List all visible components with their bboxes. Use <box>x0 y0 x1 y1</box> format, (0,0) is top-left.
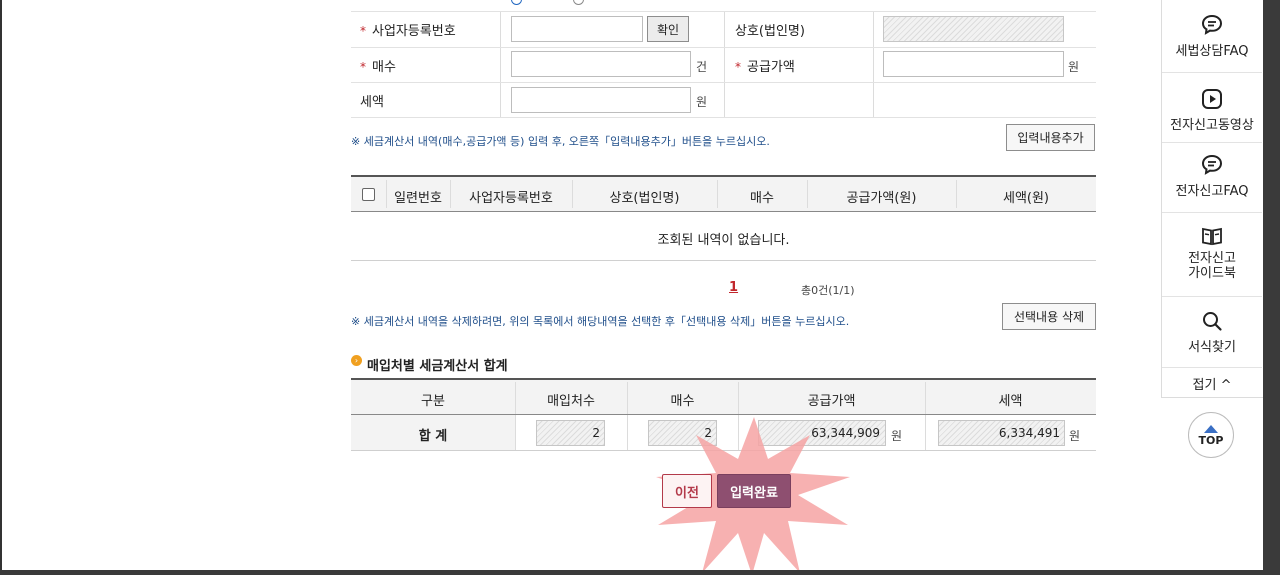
scroll-top-button[interactable]: TOP <box>1188 412 1234 458</box>
book-icon <box>1202 227 1222 246</box>
count-input[interactable] <box>511 51 691 77</box>
tax-input[interactable] <box>511 87 691 113</box>
prev-button[interactable]: 이전 <box>662 474 712 508</box>
summary-row-label: 합 계 <box>418 429 448 444</box>
supply-total-unit: 원 <box>891 429 903 443</box>
radio-partial[interactable] <box>511 0 522 5</box>
summary-title: 매입처별 세금계산서 합계 <box>367 359 508 374</box>
pagination-total: 총0건(1/1) <box>801 284 855 297</box>
scroll-top-label: TOP <box>1198 434 1224 447</box>
company-label: 상호(법인명) <box>735 24 805 39</box>
window-left-edge <box>0 0 2 575</box>
sidebar-item-label: 전자신고동영상 <box>1170 118 1254 133</box>
sidebar-sep-1 <box>1162 72 1262 73</box>
sum-th-category: 구분 <box>421 394 445 409</box>
th-biz-reg-no: 사업자등록번호 <box>469 191 553 206</box>
th-supply: 공급가액(원) <box>846 191 917 206</box>
form-vsep-2 <box>724 12 725 117</box>
sidebar-item-label: 세법상담FAQ <box>1175 44 1249 59</box>
tax-total-unit: 원 <box>1069 429 1081 443</box>
biz-reg-no-input[interactable] <box>511 16 643 42</box>
sidebar-sep-3 <box>1162 212 1262 213</box>
list-table-header-bottom <box>351 211 1096 212</box>
form-row-line-1 <box>351 47 1096 48</box>
search-icon <box>1203 312 1222 331</box>
form-row-line-2 <box>351 82 1096 83</box>
sidebar-item-video[interactable]: 전자신고동영상 <box>1162 88 1262 133</box>
complete-button[interactable]: 입력완료 <box>717 474 791 508</box>
form-vsep-3 <box>873 12 874 117</box>
biz-reg-no-label: * 사업자등록번호 <box>360 24 456 39</box>
th-serial: 일련번호 <box>394 191 442 206</box>
add-instruction-note: ※ 세금계산서 내역(매수,공급가액 등) 입력 후, 오른쪽「입력내용추가」버… <box>351 135 770 148</box>
th-company: 상호(법인명) <box>609 191 680 206</box>
sidebar-sep-4 <box>1162 296 1262 297</box>
supply-label: * 공급가액 <box>735 60 795 75</box>
window-right-edge <box>1263 0 1280 575</box>
supply-unit: 원 <box>1068 60 1080 74</box>
select-all-checkbox[interactable] <box>362 188 375 201</box>
delete-instruction-note: ※ 세금계산서 내역을 삭제하려면, 위의 목록에서 해당내역을 선택한 후「선… <box>351 315 850 328</box>
radio-partial-2[interactable] <box>573 0 584 5</box>
list-table-bottom <box>351 260 1096 261</box>
delete-selected-button[interactable]: 선택내용 삭제 <box>1002 303 1096 330</box>
sidebar-item-label: 서식찾기 <box>1188 340 1236 355</box>
arrow-up-icon <box>1204 425 1218 433</box>
sidebar-item-label: 전자신고 가이드북 <box>1188 251 1236 281</box>
th-count: 매수 <box>750 191 774 206</box>
sidebar-item-guidebook[interactable]: 전자신고 가이드북 <box>1162 225 1262 281</box>
summary-bullet-icon: › <box>351 355 362 366</box>
sum-th-count: 매수 <box>670 394 695 409</box>
sum-th-vendors: 매입처수 <box>547 394 595 409</box>
confirm-button[interactable]: 확인 <box>647 16 689 42</box>
sidebar-item-form-search[interactable]: 서식찾기 <box>1162 310 1262 355</box>
th-tax: 세액(원) <box>1002 191 1050 206</box>
count-label: * 매수 <box>360 60 396 75</box>
sidebar-collapse-button[interactable]: 접기 ^ <box>1162 374 1262 393</box>
form-bottom-line <box>351 117 1096 118</box>
vendor-count-value: 2 <box>592 426 600 440</box>
count-unit: 건 <box>696 60 708 74</box>
empty-message: 조회된 내역이 없습니다. <box>657 233 790 248</box>
sidebar-sep-2 <box>1162 142 1262 143</box>
pagination-current-page[interactable]: 1 <box>729 280 738 295</box>
form-vsep-1 <box>500 12 501 117</box>
sidebar-item-tax-faq[interactable]: 세법상담FAQ <box>1162 14 1262 59</box>
sum-th-supply: 공급가액 <box>807 394 856 409</box>
sidebar-item-label: 전자신고FAQ <box>1175 184 1249 199</box>
required-mark: * <box>360 24 366 38</box>
tax-total-value: 6,334,491 <box>998 426 1060 440</box>
supply-input[interactable] <box>883 51 1064 77</box>
tax-unit: 원 <box>696 95 708 109</box>
sum-th-tax: 세액 <box>998 394 1023 409</box>
window-bottom-edge <box>0 570 1280 575</box>
sidebar-item-efiling-faq[interactable]: 전자신고FAQ <box>1162 154 1262 199</box>
company-readonly-field <box>883 16 1064 42</box>
chat-bubble-icon <box>1201 14 1223 35</box>
chat-bubble-icon <box>1201 154 1223 175</box>
sidebar-sep-5 <box>1162 367 1262 368</box>
add-entry-button[interactable]: 입력내용추가 <box>1006 124 1095 151</box>
tax-label: 세액 <box>360 95 384 110</box>
play-icon <box>1202 89 1222 109</box>
